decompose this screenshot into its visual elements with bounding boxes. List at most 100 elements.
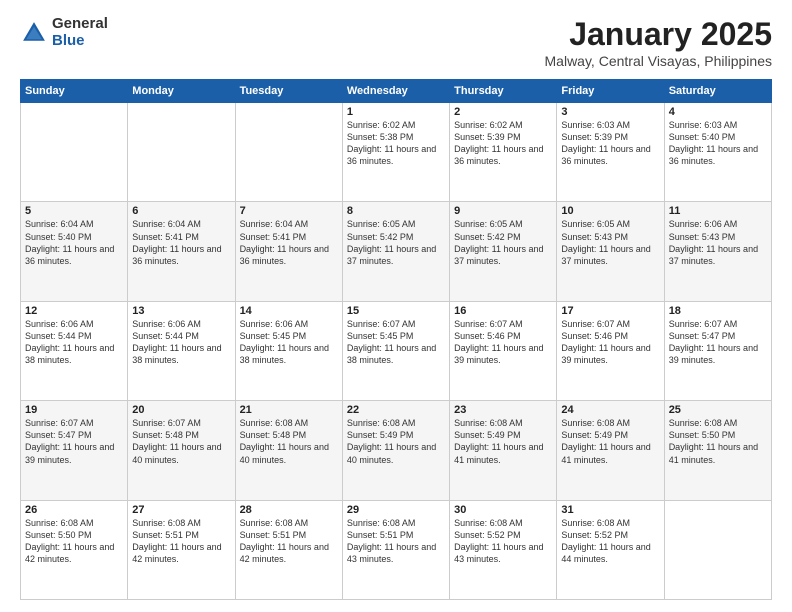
calendar-cell: 23Sunrise: 6:08 AMSunset: 5:49 PMDayligh… [450,401,557,500]
calendar-week-row: 19Sunrise: 6:07 AMSunset: 5:47 PMDayligh… [21,401,772,500]
day-number: 16 [454,305,552,317]
day-number: 19 [25,404,123,416]
day-number: 17 [561,305,659,317]
calendar-cell: 4Sunrise: 6:03 AMSunset: 5:40 PMDaylight… [664,103,771,202]
logo: General Blue [20,16,108,49]
day-info: Sunrise: 6:07 AMSunset: 5:46 PMDaylight:… [454,318,552,367]
day-number: 22 [347,404,445,416]
logo-text: General Blue [52,16,108,49]
day-info: Sunrise: 6:06 AMSunset: 5:43 PMDaylight:… [669,218,767,267]
day-info: Sunrise: 6:08 AMSunset: 5:52 PMDaylight:… [454,517,552,566]
day-info: Sunrise: 6:05 AMSunset: 5:43 PMDaylight:… [561,218,659,267]
day-info: Sunrise: 6:07 AMSunset: 5:47 PMDaylight:… [669,318,767,367]
day-info: Sunrise: 6:06 AMSunset: 5:44 PMDaylight:… [25,318,123,367]
calendar-cell: 28Sunrise: 6:08 AMSunset: 5:51 PMDayligh… [235,500,342,599]
page: General Blue January 2025 Malway, Centra… [0,0,792,612]
logo-icon [20,19,48,47]
day-info: Sunrise: 6:06 AMSunset: 5:44 PMDaylight:… [132,318,230,367]
day-number: 2 [454,106,552,118]
day-number: 18 [669,305,767,317]
calendar-cell: 20Sunrise: 6:07 AMSunset: 5:48 PMDayligh… [128,401,235,500]
calendar-cell: 31Sunrise: 6:08 AMSunset: 5:52 PMDayligh… [557,500,664,599]
calendar-day-header: Saturday [664,80,771,103]
day-info: Sunrise: 6:08 AMSunset: 5:49 PMDaylight:… [561,417,659,466]
day-info: Sunrise: 6:04 AMSunset: 5:41 PMDaylight:… [132,218,230,267]
day-info: Sunrise: 6:08 AMSunset: 5:51 PMDaylight:… [347,517,445,566]
calendar-week-row: 5Sunrise: 6:04 AMSunset: 5:40 PMDaylight… [21,202,772,301]
day-number: 15 [347,305,445,317]
calendar-day-header: Tuesday [235,80,342,103]
day-info: Sunrise: 6:05 AMSunset: 5:42 PMDaylight:… [347,218,445,267]
day-info: Sunrise: 6:03 AMSunset: 5:39 PMDaylight:… [561,119,659,168]
title-block: January 2025 Malway, Central Visayas, Ph… [545,16,772,69]
day-info: Sunrise: 6:08 AMSunset: 5:49 PMDaylight:… [347,417,445,466]
calendar-cell [128,103,235,202]
calendar-cell: 8Sunrise: 6:05 AMSunset: 5:42 PMDaylight… [342,202,449,301]
calendar-cell: 17Sunrise: 6:07 AMSunset: 5:46 PMDayligh… [557,301,664,400]
calendar-day-header: Wednesday [342,80,449,103]
day-number: 24 [561,404,659,416]
day-number: 7 [240,205,338,217]
day-number: 21 [240,404,338,416]
day-info: Sunrise: 6:04 AMSunset: 5:40 PMDaylight:… [25,218,123,267]
calendar-day-header: Sunday [21,80,128,103]
day-info: Sunrise: 6:07 AMSunset: 5:45 PMDaylight:… [347,318,445,367]
calendar-cell: 13Sunrise: 6:06 AMSunset: 5:44 PMDayligh… [128,301,235,400]
day-info: Sunrise: 6:08 AMSunset: 5:51 PMDaylight:… [240,517,338,566]
day-info: Sunrise: 6:02 AMSunset: 5:38 PMDaylight:… [347,119,445,168]
day-number: 3 [561,106,659,118]
day-info: Sunrise: 6:07 AMSunset: 5:48 PMDaylight:… [132,417,230,466]
day-info: Sunrise: 6:03 AMSunset: 5:40 PMDaylight:… [669,119,767,168]
day-number: 20 [132,404,230,416]
header: General Blue January 2025 Malway, Centra… [20,16,772,69]
calendar-day-header: Thursday [450,80,557,103]
calendar-header-row: SundayMondayTuesdayWednesdayThursdayFrid… [21,80,772,103]
calendar-cell: 9Sunrise: 6:05 AMSunset: 5:42 PMDaylight… [450,202,557,301]
day-info: Sunrise: 6:04 AMSunset: 5:41 PMDaylight:… [240,218,338,267]
calendar-cell: 7Sunrise: 6:04 AMSunset: 5:41 PMDaylight… [235,202,342,301]
calendar-cell: 10Sunrise: 6:05 AMSunset: 5:43 PMDayligh… [557,202,664,301]
calendar-cell: 2Sunrise: 6:02 AMSunset: 5:39 PMDaylight… [450,103,557,202]
calendar-cell: 14Sunrise: 6:06 AMSunset: 5:45 PMDayligh… [235,301,342,400]
day-info: Sunrise: 6:08 AMSunset: 5:49 PMDaylight:… [454,417,552,466]
calendar-day-header: Monday [128,80,235,103]
day-number: 8 [347,205,445,217]
day-number: 27 [132,504,230,516]
day-number: 12 [25,305,123,317]
day-number: 9 [454,205,552,217]
calendar-cell: 26Sunrise: 6:08 AMSunset: 5:50 PMDayligh… [21,500,128,599]
day-info: Sunrise: 6:08 AMSunset: 5:51 PMDaylight:… [132,517,230,566]
day-number: 13 [132,305,230,317]
day-info: Sunrise: 6:08 AMSunset: 5:50 PMDaylight:… [669,417,767,466]
calendar-cell [21,103,128,202]
calendar-day-header: Friday [557,80,664,103]
calendar-week-row: 12Sunrise: 6:06 AMSunset: 5:44 PMDayligh… [21,301,772,400]
day-number: 10 [561,205,659,217]
day-number: 4 [669,106,767,118]
calendar-cell: 21Sunrise: 6:08 AMSunset: 5:48 PMDayligh… [235,401,342,500]
calendar-week-row: 26Sunrise: 6:08 AMSunset: 5:50 PMDayligh… [21,500,772,599]
day-info: Sunrise: 6:08 AMSunset: 5:48 PMDaylight:… [240,417,338,466]
day-number: 23 [454,404,552,416]
calendar-cell: 15Sunrise: 6:07 AMSunset: 5:45 PMDayligh… [342,301,449,400]
calendar-cell: 19Sunrise: 6:07 AMSunset: 5:47 PMDayligh… [21,401,128,500]
calendar-cell: 3Sunrise: 6:03 AMSunset: 5:39 PMDaylight… [557,103,664,202]
calendar-week-row: 1Sunrise: 6:02 AMSunset: 5:38 PMDaylight… [21,103,772,202]
calendar-cell: 18Sunrise: 6:07 AMSunset: 5:47 PMDayligh… [664,301,771,400]
day-number: 5 [25,205,123,217]
calendar-cell: 30Sunrise: 6:08 AMSunset: 5:52 PMDayligh… [450,500,557,599]
day-info: Sunrise: 6:07 AMSunset: 5:46 PMDaylight:… [561,318,659,367]
day-number: 31 [561,504,659,516]
calendar-cell: 25Sunrise: 6:08 AMSunset: 5:50 PMDayligh… [664,401,771,500]
calendar-cell: 22Sunrise: 6:08 AMSunset: 5:49 PMDayligh… [342,401,449,500]
day-number: 26 [25,504,123,516]
day-number: 28 [240,504,338,516]
day-info: Sunrise: 6:06 AMSunset: 5:45 PMDaylight:… [240,318,338,367]
location: Malway, Central Visayas, Philippines [545,53,772,69]
day-info: Sunrise: 6:05 AMSunset: 5:42 PMDaylight:… [454,218,552,267]
calendar-cell: 5Sunrise: 6:04 AMSunset: 5:40 PMDaylight… [21,202,128,301]
day-number: 6 [132,205,230,217]
logo-general-text: General [52,16,108,33]
calendar-cell [664,500,771,599]
day-number: 30 [454,504,552,516]
